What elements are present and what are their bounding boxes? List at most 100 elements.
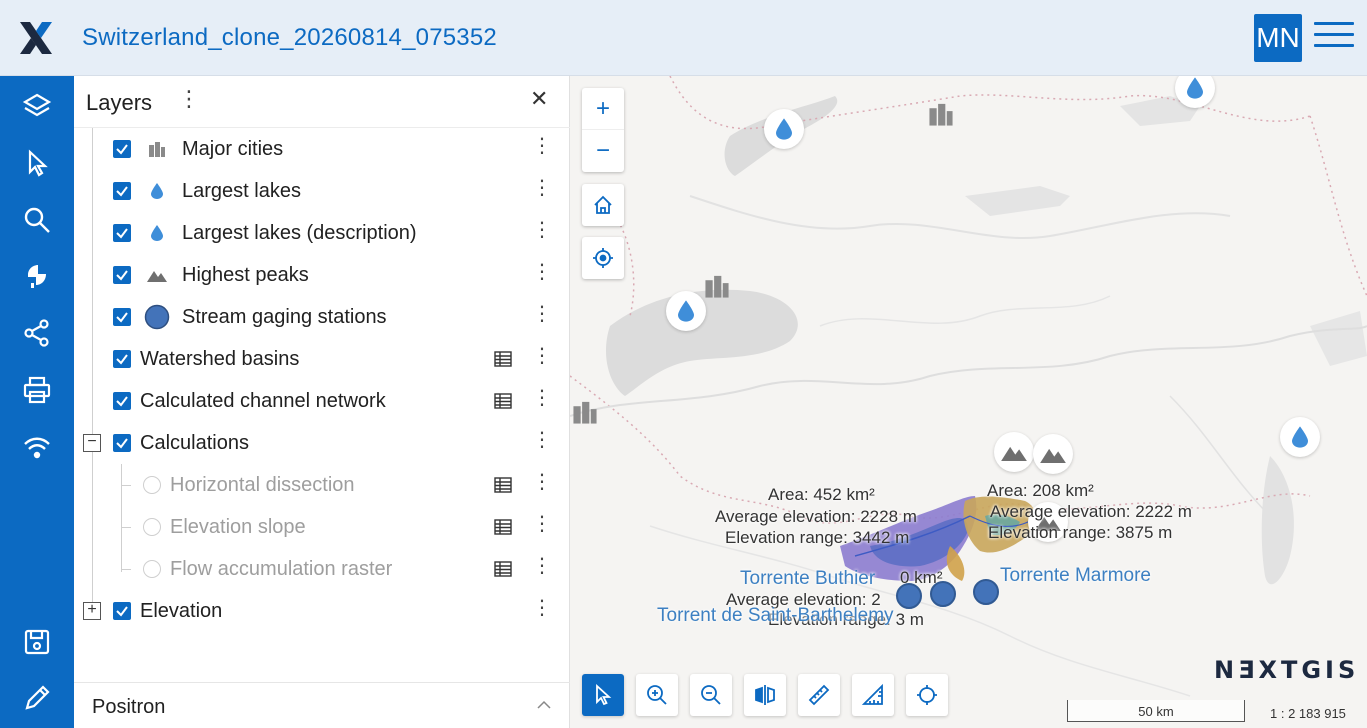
peak-marker[interactable] [994,432,1034,472]
select-icon[interactable] [0,135,74,191]
wifi-icon[interactable] [0,419,74,475]
river-label: Torrente Marmore [1000,565,1151,586]
layer-group-elevation[interactable]: + Elevation ⋮ [74,590,570,632]
layer-checkbox[interactable] [113,308,131,326]
city-marker-icon[interactable] [704,274,730,298]
layer-label: Highest peaks [182,264,309,286]
layer-menu-icon[interactable]: ⋮ [532,346,552,366]
layer-menu-icon[interactable]: ⋮ [532,556,552,576]
lake-marker[interactable] [764,109,804,149]
page-title: Switzerland_clone_20260814_075352 [82,24,497,51]
user-avatar-button[interactable]: MN [1254,14,1302,62]
layers-icon[interactable] [0,78,74,134]
table-icon[interactable] [494,393,512,409]
layer-menu-icon[interactable]: ⋮ [532,178,552,198]
layer-label: Watershed basins [140,348,300,370]
layer-menu-icon[interactable]: ⋮ [532,430,552,450]
expand-icon[interactable]: + [83,602,101,620]
layer-radio[interactable] [143,560,161,578]
edit-icon[interactable] [0,670,74,726]
print-icon[interactable] [0,362,74,418]
layer-checkbox[interactable] [113,434,131,452]
layer-menu-icon[interactable]: ⋮ [532,220,552,240]
city-marker-icon[interactable] [572,400,598,424]
share-icon[interactable] [0,305,74,361]
annotations-icon[interactable] [0,248,74,304]
layer-menu-icon[interactable]: ⋮ [532,388,552,408]
table-icon[interactable] [494,519,512,535]
layer-label: Horizontal dissection [170,474,355,496]
layer-menu-icon[interactable]: ⋮ [532,136,552,156]
table-icon[interactable] [494,477,512,493]
layer-row-major-cities[interactable]: Major cities ⋮ [74,128,570,170]
map-view[interactable]: Area: 452 km² Average elevation: 2228 m … [570,76,1367,728]
layer-radio[interactable] [143,518,161,536]
zoom-controls: + − [582,88,624,172]
locate-button[interactable] [582,237,624,279]
gaging-station-marker[interactable] [973,579,999,605]
layer-menu-icon[interactable]: ⋮ [532,304,552,324]
nextgis-brand: NƎXTGIS [1214,656,1360,684]
collapse-icon[interactable]: − [83,434,101,452]
save-icon[interactable] [0,614,74,670]
layer-checkbox[interactable] [113,392,131,410]
layer-menu-icon[interactable]: ⋮ [532,262,552,282]
layer-checkbox[interactable] [113,602,131,620]
zoom-in-button[interactable]: + [582,88,624,130]
layer-checkbox[interactable] [113,140,131,158]
mountain-icon [146,264,168,286]
peak-marker[interactable] [1033,434,1073,474]
layer-label: Calculated channel network [140,390,386,412]
layer-row-stream-gaging-stations[interactable]: Stream gaging stations ⋮ [74,296,570,338]
layer-menu-icon[interactable]: ⋮ [532,472,552,492]
nextgis-logo-icon[interactable] [18,20,54,56]
gaging-station-marker[interactable] [930,581,956,607]
layer-checkbox[interactable] [113,266,131,284]
building-icon [146,138,168,160]
table-icon[interactable] [494,351,512,367]
zoom-out-button[interactable]: − [582,130,624,172]
layer-menu-icon[interactable]: ⋮ [532,598,552,618]
lake-marker[interactable] [666,291,706,331]
layer-radio[interactable] [143,476,161,494]
identify-point-button[interactable] [906,674,948,716]
layer-checkbox[interactable] [113,224,131,242]
layer-label: Major cities [182,138,284,160]
search-icon[interactable] [0,192,74,248]
layer-menu-icon[interactable]: ⋮ [532,514,552,534]
city-marker-icon[interactable] [928,102,954,126]
layer-row-watershed-basins[interactable]: Watershed basins ⋮ [74,338,570,380]
river-label: Torrente Buthier [740,568,876,589]
layer-row-elevation-slope[interactable]: Elevation slope ⋮ [74,506,570,548]
drop-icon [146,180,168,202]
layer-row-calculated-channel-network[interactable]: Calculated channel network ⋮ [74,380,570,422]
drop-icon [146,222,168,244]
layer-row-largest-lakes-description[interactable]: Largest lakes (description) ⋮ [74,212,570,254]
layer-row-largest-lakes[interactable]: Largest lakes ⋮ [74,170,570,212]
zoom-in-icon [647,685,667,705]
basemap-selector[interactable]: Positron [74,682,570,728]
measure-distance-button[interactable] [798,674,840,716]
layer-checkbox[interactable] [113,182,131,200]
measure-area-button[interactable] [852,674,894,716]
basemap-label: Positron [92,696,166,718]
zoom-in-tool-button[interactable] [636,674,678,716]
layer-row-highest-peaks[interactable]: Highest peaks ⋮ [74,254,570,296]
basin-elevation-label: Average elevation: 2222 m [990,502,1192,521]
swipe-tool-button[interactable] [744,674,786,716]
layer-checkbox[interactable] [113,350,131,368]
layers-panel-menu-icon[interactable]: ⋮ [178,88,200,110]
layer-row-horizontal-dissection[interactable]: Horizontal dissection ⋮ [74,464,570,506]
zoom-out-tool-button[interactable] [690,674,732,716]
hamburger-menu-icon[interactable] [1314,22,1354,54]
lake-marker[interactable] [1280,417,1320,457]
gaging-station-marker[interactable] [896,583,922,609]
chevron-up-icon[interactable] [536,697,552,713]
layers-panel-title: Layers [86,90,153,115]
table-icon[interactable] [494,561,512,577]
select-tool-button[interactable] [582,674,624,716]
close-icon[interactable]: ✕ [530,88,548,110]
home-button[interactable] [582,184,624,226]
layer-group-calculations[interactable]: − Calculations ⋮ [74,422,570,464]
layer-row-flow-accumulation-raster[interactable]: Flow accumulation raster ⋮ [74,548,570,590]
